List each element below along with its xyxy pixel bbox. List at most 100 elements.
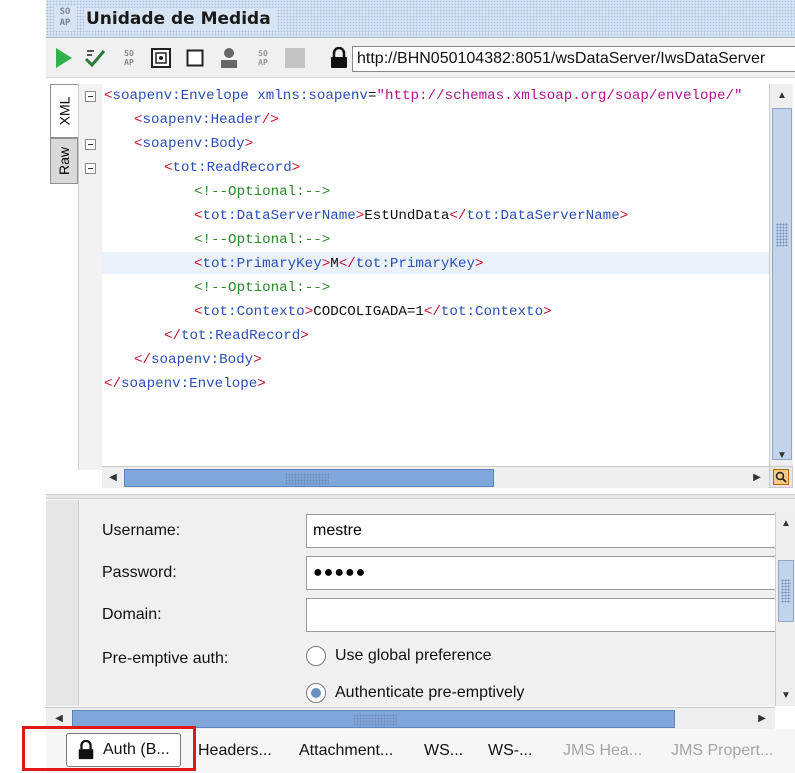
domain-label: Domain: <box>102 606 162 623</box>
xml-line: <soapenv:Body> <box>102 132 253 156</box>
xml-token: tot:Contexto <box>440 304 544 320</box>
radio-use-global-preference-label[interactable]: Use global preference <box>335 647 492 665</box>
xml-editor[interactable]: <soapenv:Envelope xmlns:soapenv="http://… <box>102 84 769 470</box>
fold-toggle-envelope[interactable] <box>85 91 96 102</box>
xml-line: </soapenv:Body> <box>102 348 262 372</box>
xml-token: < <box>194 208 203 224</box>
xml-token: soapenv:Envelope <box>121 376 258 392</box>
xml-token: > <box>619 208 629 224</box>
soap-endpoint-icon[interactable]: SO AP <box>252 47 274 69</box>
lock-icon <box>328 47 350 69</box>
xml-line: <tot:PrimaryKey>M</tot:PrimaryKey> <box>102 252 484 276</box>
xml-token: <!--Optional:--> <box>194 232 331 248</box>
auth-panel: Username: mestre Password: ●●●●● Domain:… <box>46 500 795 706</box>
radio-use-global-preference[interactable] <box>306 646 326 666</box>
domain-field[interactable] <box>306 598 776 632</box>
username-field[interactable]: mestre <box>306 514 776 548</box>
xml-token: </ <box>338 256 356 272</box>
xml-token: soapenv:Envelope <box>112 88 249 104</box>
tab-attachments[interactable]: Attachment... <box>299 742 393 760</box>
xml-token: < <box>134 136 143 152</box>
xml-token: soapenv:Body <box>151 352 254 368</box>
xml-token: </ <box>104 376 122 392</box>
request-toolbar: SO AP SO AP http://BHN050104382:8051/wsDat… <box>46 38 795 78</box>
editor-vertical-scrollbar[interactable]: ▲ ▼ <box>769 84 793 470</box>
xml-token: > <box>355 208 365 224</box>
soap-logo-line-2: AP <box>59 18 71 28</box>
tab-headers[interactable]: Headers... <box>198 742 272 760</box>
soap-logo-icon: SO AP <box>54 7 76 31</box>
xml-token: > <box>257 376 266 392</box>
xml-token: > <box>300 328 309 344</box>
radio-authenticate-preemptively-label[interactable]: Authenticate pre-emptively <box>335 684 524 702</box>
xml-token: soapenv:Header <box>142 112 262 128</box>
disabled-action-icon <box>284 47 306 69</box>
split-pane-divider[interactable] <box>46 494 795 499</box>
tab-ws-addressing[interactable]: WS-... <box>488 742 532 760</box>
xml-token: > <box>244 136 254 152</box>
xml-token: tot:DataServerName <box>202 208 356 224</box>
fold-toggle-body[interactable] <box>85 139 96 150</box>
xml-token: > <box>474 256 484 272</box>
xml-token: < <box>104 88 113 104</box>
xml-token: </ <box>164 328 182 344</box>
grip-icon <box>781 579 791 603</box>
scroll-left-arrow-icon[interactable]: ◀ <box>50 709 68 727</box>
xml-token: </ <box>423 304 441 320</box>
editor-gutter <box>78 84 102 470</box>
xml-line: <!--Optional:--> <box>102 276 330 300</box>
tab-raw-label: Raw <box>56 146 73 176</box>
xml-line: <soapenv:Header/> <box>102 108 279 132</box>
radio-authenticate-preemptively[interactable] <box>306 683 326 703</box>
scroll-right-arrow-icon[interactable]: ▶ <box>748 468 766 486</box>
auth-vertical-scrollbar[interactable]: ▲ ▼ <box>775 512 795 706</box>
tab-raw[interactable]: Raw <box>50 138 78 184</box>
auth-panel-sidebar <box>46 500 79 706</box>
format-xml-icon[interactable] <box>150 47 172 69</box>
scroll-up-arrow-icon[interactable]: ▲ <box>777 514 795 532</box>
tab-xml[interactable]: XML <box>50 84 78 138</box>
endpoint-url-field[interactable]: http://BHN050104382:8051/wsDataServer/Iw… <box>352 46 795 72</box>
run-icon[interactable] <box>52 47 74 69</box>
stop-icon[interactable] <box>184 47 206 69</box>
editor-vertical-scroll-thumb[interactable] <box>772 108 792 460</box>
xml-line: <soapenv:Envelope xmlns:soapenv="http://… <box>102 84 743 108</box>
scroll-down-arrow-icon[interactable]: ▼ <box>777 686 795 704</box>
auth-vertical-scroll-thumb[interactable] <box>778 560 794 622</box>
xml-token: > <box>543 304 552 320</box>
xml-line: <tot:ReadRecord> <box>102 156 300 180</box>
xml-line: </soapenv:Envelope> <box>102 372 266 396</box>
user-icon[interactable] <box>218 47 240 69</box>
soap-logo-line-1: SO <box>59 7 71 17</box>
highlight-box <box>22 726 196 771</box>
tab-jms-headers[interactable]: JMS Hea... <box>563 742 642 760</box>
scroll-up-arrow-icon[interactable]: ▲ <box>773 86 791 104</box>
xml-line: <!--Optional:--> <box>102 180 330 204</box>
xml-token: EstUndData <box>364 208 450 224</box>
editor-zoom-corner[interactable] <box>769 466 793 488</box>
fold-toggle-readrecord[interactable] <box>85 163 96 174</box>
editor-horizontal-scroll-thumb[interactable] <box>124 469 494 487</box>
tab-ws[interactable]: WS... <box>424 742 463 760</box>
xml-token: > <box>253 352 262 368</box>
xml-token: M <box>330 256 339 272</box>
xml-token: <!--Optional:--> <box>194 280 331 296</box>
scroll-right-arrow-icon[interactable]: ▶ <box>753 709 771 727</box>
editor-horizontal-scrollbar[interactable]: ◀ ▶ <box>102 466 769 488</box>
xml-line: <tot:DataServerName>EstUndData</tot:Data… <box>102 204 628 228</box>
tab-jms-properties[interactable]: JMS Propert... <box>671 742 773 760</box>
xml-token: tot:PrimaryKey <box>202 256 322 272</box>
xml-token: < <box>164 160 173 176</box>
xml-token: tot:DataServerName <box>466 208 620 224</box>
scroll-left-arrow-icon[interactable]: ◀ <box>104 468 122 486</box>
xml-token: tot:PrimaryKey <box>355 256 475 272</box>
xml-token: </ <box>449 208 467 224</box>
xml-token: tot:Contexto <box>202 304 305 320</box>
xml-line: </tot:ReadRecord> <box>102 324 309 348</box>
title-bar: SO AP Unidade de Medida <box>46 0 795 38</box>
scroll-down-arrow-icon[interactable]: ▼ <box>773 446 791 464</box>
password-field[interactable]: ●●●●● <box>306 556 776 590</box>
soap-action-icon[interactable]: SO AP <box>118 47 140 69</box>
magnifier-icon <box>773 469 789 485</box>
add-assertion-check-icon[interactable] <box>84 47 106 69</box>
